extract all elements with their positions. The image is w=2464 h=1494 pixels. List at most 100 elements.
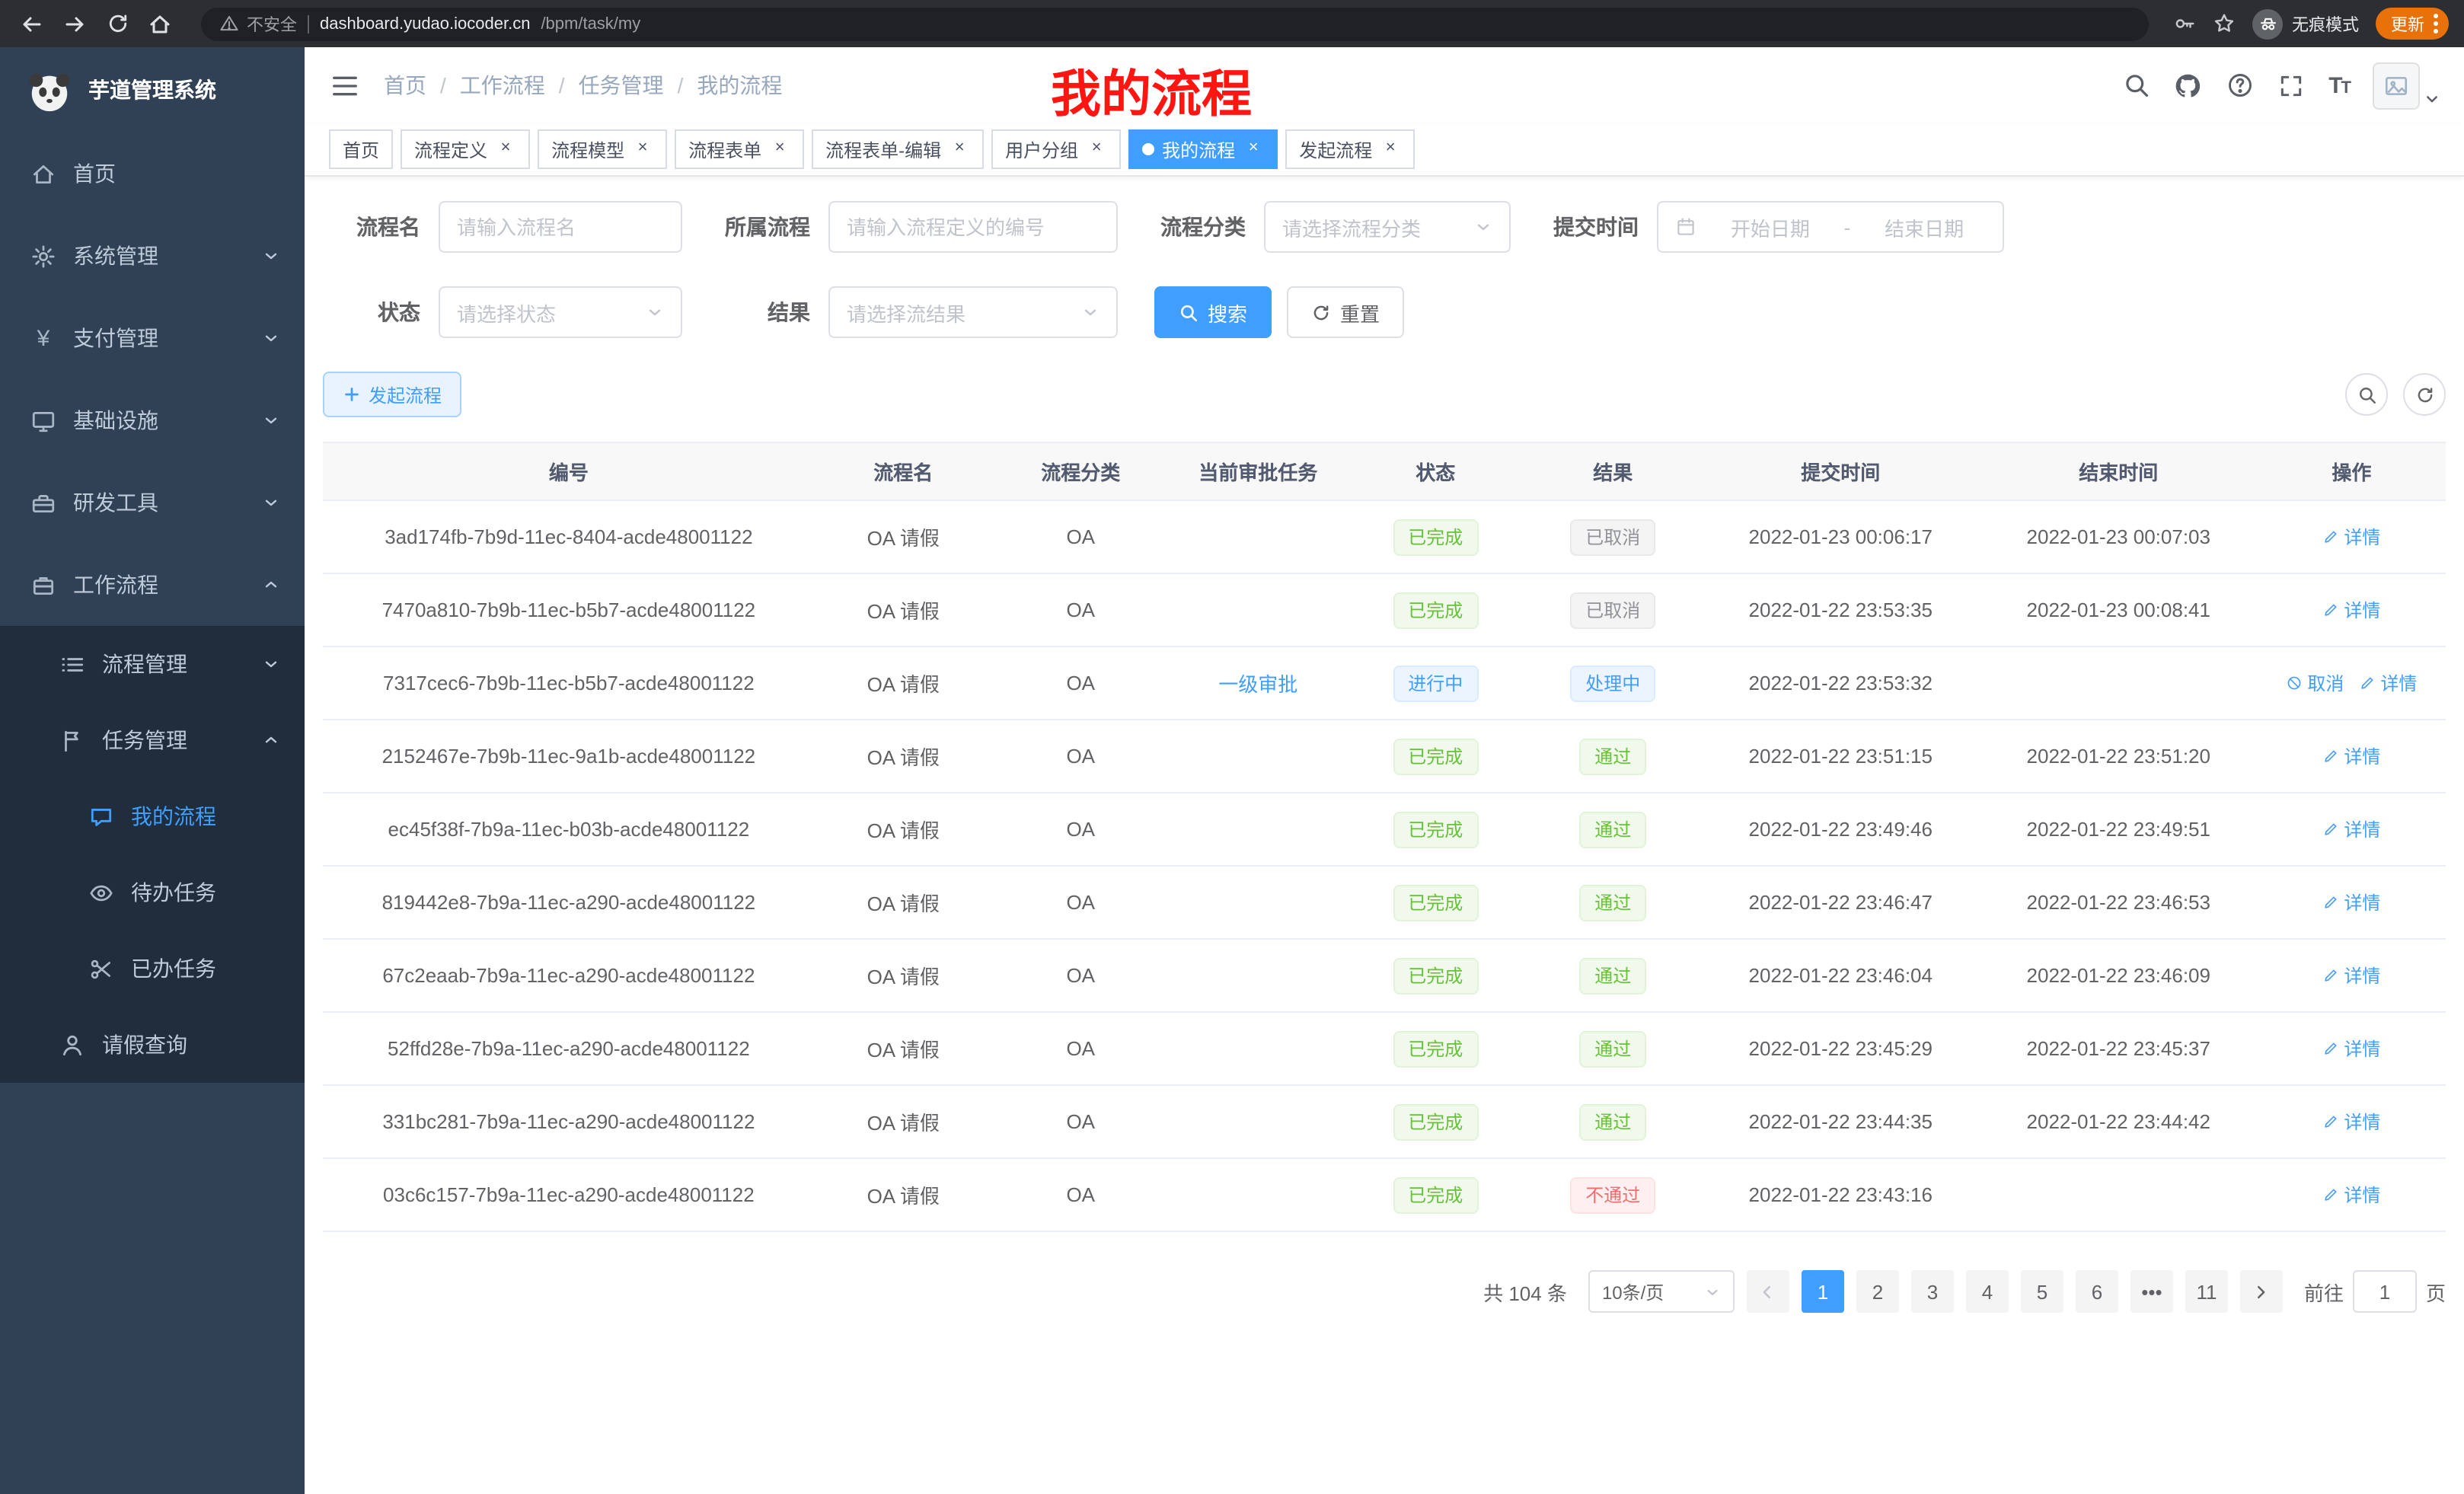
sidebar-toggle-icon[interactable] — [329, 70, 359, 101]
tab-流程表单[interactable]: 流程表单× — [675, 129, 804, 169]
page-button-2[interactable]: 2 — [1856, 1270, 1899, 1313]
tab-首页[interactable]: 首页 — [329, 129, 393, 169]
sidebar-item-my-process[interactable]: 我的流程 — [0, 778, 305, 854]
page-button-4[interactable]: 4 — [1966, 1270, 2009, 1313]
sidebar-item-workflow[interactable]: 工作流程 — [0, 544, 305, 626]
row-action-detail[interactable]: 详情 — [2322, 816, 2380, 842]
close-icon[interactable]: × — [495, 139, 516, 160]
chevron-down-icon — [2424, 91, 2440, 106]
security-warning[interactable]: 不安全 — [219, 11, 297, 36]
browser-forward-icon[interactable] — [58, 7, 91, 40]
prev-page-button[interactable] — [1747, 1270, 1789, 1313]
status-select[interactable]: 请选择状态 — [439, 286, 682, 338]
help-icon[interactable] — [2225, 71, 2254, 100]
breadcrumb-item[interactable]: 我的流程 — [697, 70, 782, 101]
page-button-11[interactable]: 11 — [2185, 1270, 2228, 1313]
sidebar-item-todo-task[interactable]: 待办任务 — [0, 854, 305, 931]
row-action-detail[interactable]: 详情 — [2322, 962, 2380, 988]
status-label: 状态 — [323, 297, 420, 327]
github-icon[interactable] — [2173, 71, 2202, 100]
browser-update-button[interactable]: 更新 — [2376, 8, 2449, 40]
process-name-input[interactable] — [439, 201, 682, 253]
search-icon[interactable] — [2121, 71, 2150, 100]
task-link[interactable]: 一级审批 — [1218, 673, 1297, 696]
font-size-icon[interactable]: TT — [2328, 72, 2350, 98]
submit-time-range[interactable]: 开始日期 - 结束日期 — [1657, 201, 2004, 253]
page-ellipsis[interactable]: ••• — [2130, 1270, 2173, 1313]
avatar — [2373, 62, 2420, 109]
reset-button[interactable]: 重置 — [1287, 286, 1404, 338]
result-select[interactable]: 请选择流结果 — [828, 286, 1118, 338]
next-page-button[interactable] — [2240, 1270, 2283, 1313]
row-action-detail[interactable]: 详情 — [2322, 889, 2380, 915]
update-label: 更新 — [2391, 11, 2424, 36]
close-icon[interactable]: × — [769, 139, 790, 160]
fullscreen-icon[interactable] — [2277, 71, 2306, 100]
cell-submit-time: 2022-01-22 23:46:47 — [1702, 866, 1980, 939]
end-date-placeholder: 结束日期 — [1862, 212, 1986, 241]
tab-流程模型[interactable]: 流程模型× — [538, 129, 667, 169]
tab-用户分组[interactable]: 用户分组× — [991, 129, 1121, 169]
page-button-6[interactable]: 6 — [2076, 1270, 2118, 1313]
total-count: 共 104 条 — [1483, 1277, 1567, 1306]
process-category-select[interactable]: 请选择流程分类 — [1264, 201, 1511, 253]
bookmark-star-icon[interactable] — [2213, 12, 2236, 35]
sidebar-item-task-mgmt[interactable]: 任务管理 — [0, 702, 305, 778]
row-action-detail[interactable]: 详情 — [2322, 1109, 2380, 1135]
browser-back-icon[interactable] — [15, 7, 49, 40]
row-action-detail[interactable]: 详情 — [2322, 524, 2380, 550]
incognito-icon — [2252, 8, 2283, 39]
browser-menu-icon[interactable] — [2434, 14, 2438, 34]
column-header: 结果 — [1524, 442, 1702, 500]
sidebar-item-devtools[interactable]: 研发工具 — [0, 461, 305, 544]
sidebar-item-leave-query[interactable]: 请假查询 — [0, 1007, 305, 1083]
row-action-detail[interactable]: 详情 — [2322, 1182, 2380, 1208]
row-action-detail[interactable]: 详情 — [2322, 597, 2380, 623]
cell-submit-time: 2022-01-22 23:49:46 — [1702, 793, 1980, 866]
close-icon[interactable]: × — [1086, 139, 1107, 160]
browser-reload-icon[interactable] — [101, 7, 134, 40]
create-process-button[interactable]: 发起流程 — [323, 372, 461, 417]
sidebar-item-home[interactable]: 首页 — [0, 132, 305, 215]
app-logo-row[interactable]: 芋道管理系统 — [0, 47, 305, 132]
close-icon[interactable]: × — [1243, 139, 1264, 160]
breadcrumb-item[interactable]: 任务管理 — [579, 70, 664, 101]
sidebar-item-label: 系统管理 — [73, 241, 158, 271]
page-button-5[interactable]: 5 — [2021, 1270, 2063, 1313]
process-def-input[interactable] — [828, 201, 1118, 253]
page-size-select[interactable]: 10条/页 — [1588, 1270, 1735, 1313]
sidebar-item-payment[interactable]: ¥支付管理 — [0, 297, 305, 379]
row-action-detail[interactable]: 详情 — [2322, 743, 2380, 769]
breadcrumb-item[interactable]: 首页 — [384, 70, 426, 101]
page-button-3[interactable]: 3 — [1911, 1270, 1954, 1313]
cell-task — [1170, 500, 1347, 573]
sidebar-item-done-task[interactable]: 已办任务 — [0, 931, 305, 1007]
goto-page-input[interactable] — [2353, 1270, 2417, 1313]
tab-流程定义[interactable]: 流程定义× — [401, 129, 530, 169]
browser-home-icon[interactable] — [143, 7, 177, 40]
tab-发起流程[interactable]: 发起流程× — [1285, 129, 1415, 169]
cancel-icon — [2286, 675, 2303, 691]
cell-actions: 详情 — [2258, 1085, 2446, 1158]
tab-流程表单-编辑[interactable]: 流程表单-编辑× — [812, 129, 984, 169]
tab-我的流程[interactable]: 我的流程× — [1128, 129, 1278, 169]
chevron-down-icon — [1474, 218, 1492, 236]
warning-triangle-icon — [219, 14, 239, 34]
breadcrumb-item[interactable]: 工作流程 — [460, 70, 545, 101]
address-bar[interactable]: 不安全 dashboard.yudao.iocoder.cn/bpm/task/… — [201, 7, 2149, 40]
page-button-1[interactable]: 1 — [1802, 1270, 1844, 1313]
user-menu[interactable] — [2373, 62, 2440, 109]
search-button[interactable]: 搜索 — [1154, 286, 1272, 338]
sidebar-item-process-mgmt[interactable]: 流程管理 — [0, 626, 305, 702]
close-icon[interactable]: × — [949, 139, 970, 160]
row-action-detail[interactable]: 详情 — [2359, 670, 2417, 696]
row-action-detail[interactable]: 详情 — [2322, 1036, 2380, 1061]
row-action-cancel[interactable]: 取消 — [2286, 670, 2344, 696]
close-icon[interactable]: × — [632, 139, 653, 160]
close-icon[interactable]: × — [1380, 139, 1401, 160]
sidebar-item-infrastructure[interactable]: 基础设施 — [0, 379, 305, 461]
refresh-table-button[interactable] — [2403, 373, 2446, 416]
password-key-icon[interactable] — [2173, 12, 2196, 35]
sidebar-item-system[interactable]: 系统管理 — [0, 215, 305, 297]
toggle-search-button[interactable] — [2345, 373, 2388, 416]
